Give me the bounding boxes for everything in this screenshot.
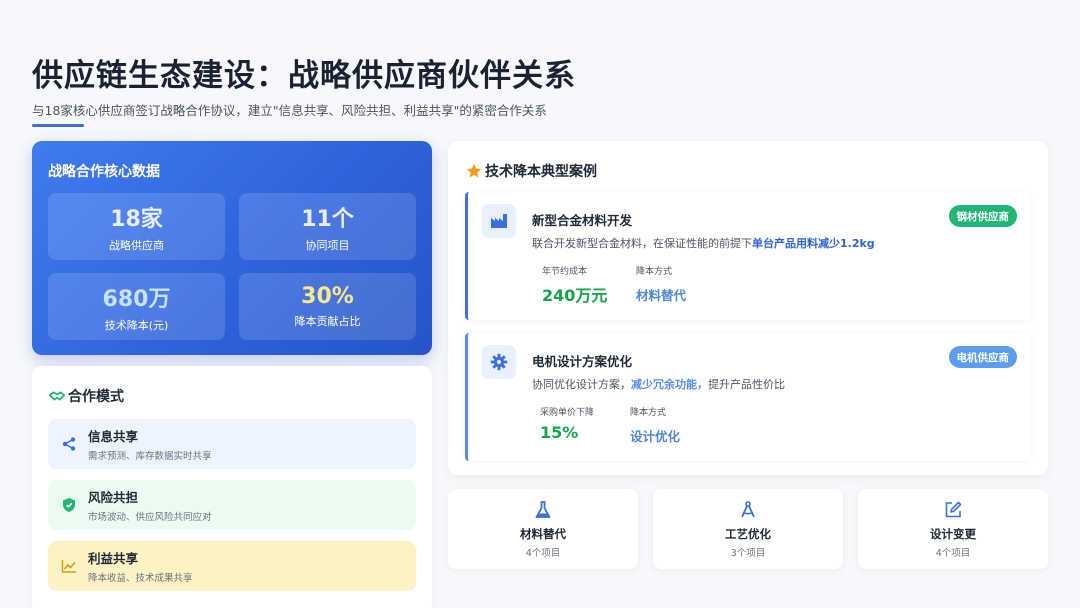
cooperation-mode-card: 合作模式 信息共享 需求预测、库存数据实时共享 风险共担 市场波动、供应风险共同… — [32, 366, 432, 608]
metric-label: 采购单价下降 — [540, 408, 595, 418]
stat-label: 技术降本(元) — [104, 318, 169, 332]
mode-item-info-sharing: 信息共享 需求预测、库存数据实时共享 — [48, 419, 416, 469]
tile-process-optimization: 工艺优化 3个项目 — [653, 489, 843, 569]
tile-count: 4个项目 — [525, 547, 561, 559]
stats-title: 战略合作核心数据 — [48, 164, 160, 180]
cases-heading: 技术降本典型案例 — [465, 161, 597, 181]
case-title: 新型合金材料开发 — [532, 213, 633, 228]
gear-icon — [482, 345, 516, 379]
metric-value: 15% — [540, 423, 579, 442]
mode-item-desc: 降本收益、技术成果共享 — [88, 573, 193, 584]
case-metric-price: 采购单价下降 15% — [540, 405, 594, 442]
case-desc: 联合开发新型合金材料，在保证性能的前提下单台产品用料减少1.2kg — [532, 235, 875, 251]
flask-icon — [535, 500, 551, 518]
case-desc-text: 联合开发新型合金材料，在保证性能的前提下 — [532, 237, 752, 250]
case-metric-method: 降本方式 材料替代 — [636, 264, 686, 304]
mode-item-benefit-sharing: 利益共享 降本收益、技术成果共享 — [48, 541, 416, 591]
star-icon — [466, 163, 482, 178]
chart-line-icon — [60, 557, 78, 575]
stat-box: 30% 降本贡献占比 — [239, 273, 416, 340]
tile-title: 工艺优化 — [725, 526, 771, 541]
case-desc-highlight: 单台产品用料减少1.2kg — [752, 237, 875, 250]
tile-material-substitution: 材料替代 4个项目 — [448, 489, 638, 569]
page-title: 供应链生态建设：战略供应商伙伴关系 — [32, 58, 576, 94]
case-desc-text-end: ，提升产品性价比 — [697, 378, 785, 391]
case-desc: 协同优化设计方案，减少冗余功能，提升产品性价比 — [532, 376, 785, 392]
stat-label: 协同项目 — [305, 238, 350, 252]
stat-value: 680万 — [102, 286, 171, 312]
page-subtitle: 与18家核心供应商签订战略合作协议，建立"信息共享、风险共担、利益共享"的紧密合… — [32, 103, 547, 118]
stats-grid: 18家 战略供应商 11个 协同项目 680万 技术降本(元) 30% 降本贡献… — [48, 193, 416, 340]
case-item: 新型合金材料开发 联合开发新型合金材料，在保证性能的前提下单台产品用料减少1.2… — [465, 192, 1031, 320]
stat-value: 11个 — [301, 206, 354, 232]
stat-box: 680万 技术降本(元) — [48, 273, 225, 340]
tile-design-change: 设计变更 4个项目 — [858, 489, 1048, 569]
mode-item-title: 风险共担 — [88, 490, 139, 505]
metric-value: 材料替代 — [636, 288, 687, 303]
shield-icon — [60, 496, 78, 514]
mode-item-risk-sharing: 风险共担 市场波动、供应风险共同应对 — [48, 480, 416, 530]
case-metric-method: 降本方式 设计优化 — [630, 405, 680, 445]
mode-item-desc: 需求预测、库存数据实时共享 — [88, 451, 212, 462]
stat-label: 降本贡献占比 — [294, 315, 361, 328]
metric-value: 240万元 — [542, 286, 608, 305]
supplier-badge: 钢材供应商 — [948, 205, 1017, 227]
case-title: 电机设计方案优化 — [532, 354, 633, 369]
mode-item-desc: 市场波动、供应风险共同应对 — [88, 512, 212, 523]
tile-title: 材料替代 — [520, 526, 566, 541]
case-item: 电机设计方案优化 协同优化设计方案，减少冗余功能，提升产品性价比 电机供应商 采… — [465, 333, 1031, 461]
tile-count: 3个项目 — [730, 547, 766, 559]
metric-label: 降本方式 — [636, 267, 673, 277]
cases-card: 技术降本典型案例 新型合金材料开发 联合开发新型合金材料，在保证性能的前提下单台… — [448, 141, 1048, 475]
cases-title: 技术降本典型案例 — [485, 164, 597, 180]
stats-card: 战略合作核心数据 18家 战略供应商 11个 协同项目 680万 技术降本(元)… — [32, 141, 432, 355]
stat-box: 11个 协同项目 — [239, 193, 416, 260]
stat-box: 18家 战略供应商 — [48, 193, 225, 260]
tile-count: 4个项目 — [935, 547, 971, 559]
case-desc-highlight: 减少冗余功能 — [631, 378, 697, 391]
supplier-badge: 电机供应商 — [948, 346, 1017, 368]
metric-label: 降本方式 — [630, 408, 667, 418]
mode-item-title: 利益共享 — [88, 551, 139, 566]
stat-value: 18家 — [110, 206, 163, 232]
handshake-icon — [48, 391, 66, 401]
edit-icon — [945, 501, 962, 517]
drafting-compass-icon — [741, 500, 755, 517]
stat-label: 战略供应商 — [109, 238, 164, 252]
title-underline — [32, 124, 84, 127]
share-icon — [60, 435, 78, 453]
metric-value: 设计优化 — [630, 429, 681, 444]
stat-value: 30% — [301, 284, 354, 309]
tile-title: 设计变更 — [930, 526, 976, 541]
metric-label: 年节约成本 — [542, 267, 588, 277]
case-metric-savings: 年节约成本 240万元 — [542, 264, 607, 306]
cooperation-mode-title: 合作模式 — [68, 389, 124, 405]
case-desc-text: 协同优化设计方案， — [532, 378, 631, 391]
cooperation-mode-heading: 合作模式 — [48, 386, 416, 406]
factory-icon — [482, 204, 516, 238]
mode-item-title: 信息共享 — [88, 429, 139, 444]
